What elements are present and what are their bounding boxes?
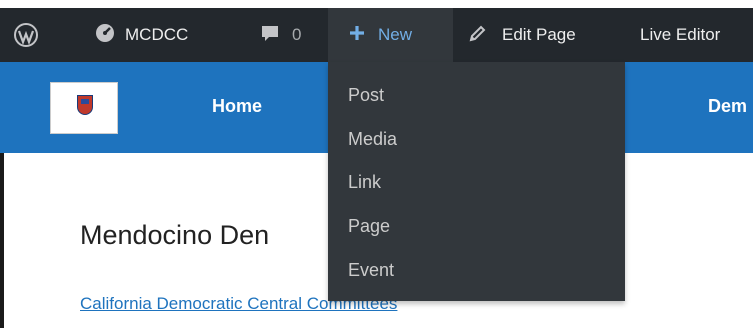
left-edge-border <box>0 153 4 328</box>
new-content-dropdown: Post Media Link Page Event <box>328 62 625 301</box>
comment-bubble-icon <box>260 23 280 48</box>
nav-home-link[interactable]: Home <box>212 96 262 117</box>
plus-icon <box>348 24 366 47</box>
comments-menu[interactable]: 0 <box>260 8 301 62</box>
page-title: Mendocino Den <box>80 220 270 250</box>
pencil-icon <box>468 23 488 48</box>
site-name-menu[interactable]: MCDCC <box>95 8 188 62</box>
shield-icon <box>77 95 93 115</box>
new-label: New <box>378 25 413 44</box>
wp-admin-bar: MCDCC 0 New Edit Page Live Editor <box>0 8 753 62</box>
dashboard-gauge-icon <box>95 23 115 48</box>
cropped-text-strip <box>0 0 753 8</box>
edit-page-label: Edit Page <box>502 25 576 44</box>
site-name-label: MCDCC <box>125 25 189 44</box>
edit-page-button[interactable]: Edit Page <box>468 8 576 62</box>
menu-item-post[interactable]: Post <box>348 85 384 106</box>
nav-dem-link[interactable]: Dem <box>708 96 747 117</box>
wordpress-logo-icon[interactable] <box>14 8 38 62</box>
menu-item-link[interactable]: Link <box>348 172 381 193</box>
menu-item-media[interactable]: Media <box>348 129 397 150</box>
live-editor-label: Live Editor <box>640 25 721 44</box>
new-content-menu[interactable]: New <box>328 8 453 62</box>
site-logo[interactable] <box>50 82 118 134</box>
comments-count: 0 <box>292 25 302 44</box>
menu-item-page[interactable]: Page <box>348 216 390 237</box>
live-editor-button[interactable]: Live Editor <box>640 8 720 62</box>
menu-item-event[interactable]: Event <box>348 260 394 281</box>
